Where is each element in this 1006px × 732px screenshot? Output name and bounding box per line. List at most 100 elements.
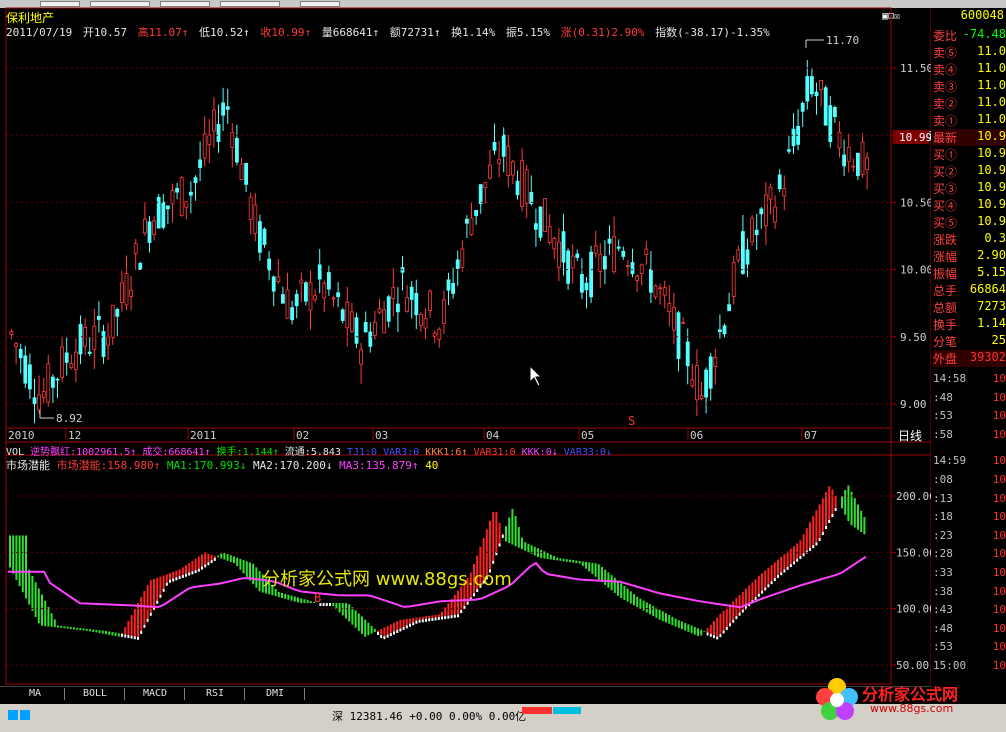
tick-row: :13 10 — [933, 492, 1006, 508]
tab-macd[interactable]: MACD — [126, 688, 185, 700]
tab-dmi[interactable]: DMI — [246, 688, 305, 700]
tab-rsi[interactable]: RSI — [186, 688, 245, 700]
quote-label: 买④ — [933, 199, 958, 213]
candle — [179, 175, 184, 217]
candle — [432, 330, 437, 343]
period-label[interactable]: 日线 — [898, 429, 922, 443]
candle — [441, 290, 446, 334]
tick-row: :48 10 — [933, 622, 1006, 638]
oscillator-bars — [8, 485, 867, 640]
quote-value: 2.90 — [977, 248, 1006, 262]
candle — [437, 327, 442, 348]
candle — [667, 285, 672, 327]
candle — [584, 276, 589, 309]
candle — [464, 215, 469, 238]
candle — [474, 209, 479, 225]
candle — [750, 215, 754, 246]
quote-value: 10.9 — [977, 180, 1006, 194]
candle — [423, 308, 428, 339]
candle — [856, 152, 860, 180]
flower-logo-icon — [812, 675, 862, 725]
buy-signal: B — [314, 591, 321, 605]
candle — [552, 236, 557, 259]
quote-value: 11.0 — [977, 44, 1006, 58]
candle — [736, 245, 741, 263]
tab-boll[interactable]: BOLL — [66, 688, 125, 700]
candle — [359, 342, 364, 384]
tick-row: :23 10 — [933, 529, 1006, 545]
tab-ma[interactable]: MA — [6, 688, 65, 700]
tick-time: :18 — [933, 510, 953, 524]
candle — [92, 308, 97, 370]
candle — [492, 123, 497, 155]
candle — [727, 292, 731, 312]
candle — [262, 227, 267, 248]
tick-time: :53 — [933, 409, 953, 423]
quote-label: 换手 — [933, 318, 958, 332]
candle — [211, 97, 216, 148]
tick-row: 14:58 10 — [933, 372, 1006, 388]
candle — [152, 216, 157, 241]
candle — [156, 194, 161, 229]
candle — [865, 152, 869, 190]
indicator-tick: 150.00 — [896, 546, 931, 559]
outer-label: 外盘 — [933, 352, 958, 366]
candle — [110, 304, 115, 345]
outer-market: 外盘 39302 — [933, 350, 1006, 367]
quote-row: 换手 1.14 — [933, 316, 1006, 333]
price-tick: 10.00 — [900, 264, 931, 277]
candle — [561, 213, 566, 276]
tick-row: :48 10 — [933, 391, 1006, 407]
tick-time: :43 — [933, 603, 953, 617]
candle — [405, 285, 410, 313]
indicator-tick: 100.00 — [896, 603, 931, 616]
candle — [354, 312, 359, 349]
quote-row: 买① 10.9 — [933, 146, 1006, 163]
candle — [506, 134, 511, 188]
quote-label: 买① — [933, 148, 958, 162]
scroll-left-icon[interactable] — [8, 710, 18, 720]
date-tick: 05 — [581, 429, 594, 442]
candle — [225, 88, 230, 124]
date-tick: 06 — [690, 429, 703, 442]
candle — [276, 258, 281, 284]
quote-value: 10.9 — [977, 214, 1006, 228]
candle — [363, 311, 368, 333]
quote-value: 10.9 — [977, 197, 1006, 211]
candle — [285, 272, 290, 319]
quote-label: 卖⑤ — [933, 46, 958, 60]
quote-row: 买② 10.9 — [933, 163, 1006, 180]
tick-time: :58 — [933, 427, 953, 441]
candle — [248, 192, 253, 235]
candle — [708, 352, 713, 401]
tick-row: :18 10 — [933, 510, 1006, 526]
candle — [644, 241, 649, 265]
candle — [796, 109, 800, 151]
candle — [690, 363, 695, 389]
candle — [653, 284, 658, 300]
candle — [69, 354, 74, 370]
scroll-right-icon[interactable] — [20, 710, 30, 720]
quote-value: 25 — [991, 333, 1006, 347]
quote-value: 1.14 — [977, 316, 1006, 330]
quote-label: 卖① — [933, 114, 958, 128]
candle — [810, 67, 814, 98]
indicator-tabs: MA BOLL MACD RSI DMI — [0, 686, 931, 701]
candle — [607, 225, 612, 256]
mouse-cursor-icon — [529, 364, 543, 387]
tick-value: 10 — [992, 640, 1006, 654]
candle — [253, 192, 258, 242]
quote-value: 10.9 — [977, 146, 1006, 160]
tick-value: 10 — [992, 603, 1006, 617]
candle — [244, 162, 249, 193]
candle — [395, 287, 400, 332]
quote-label: 卖② — [933, 97, 958, 111]
candle — [534, 208, 538, 247]
quote-panel: 600048 委比 -74.48 卖⑤ 11.0 卖④ 11.0 卖③ 11.0 卖② 11.… — [931, 8, 1006, 694]
ind2-name-val: 158.980↑ — [107, 459, 161, 472]
candle — [851, 158, 856, 172]
ind-var33: VAR33:0↓ — [563, 447, 612, 458]
tick-value: 10 — [992, 547, 1006, 561]
tick-row: 15:00 10 — [933, 659, 1006, 675]
candle — [626, 259, 630, 277]
